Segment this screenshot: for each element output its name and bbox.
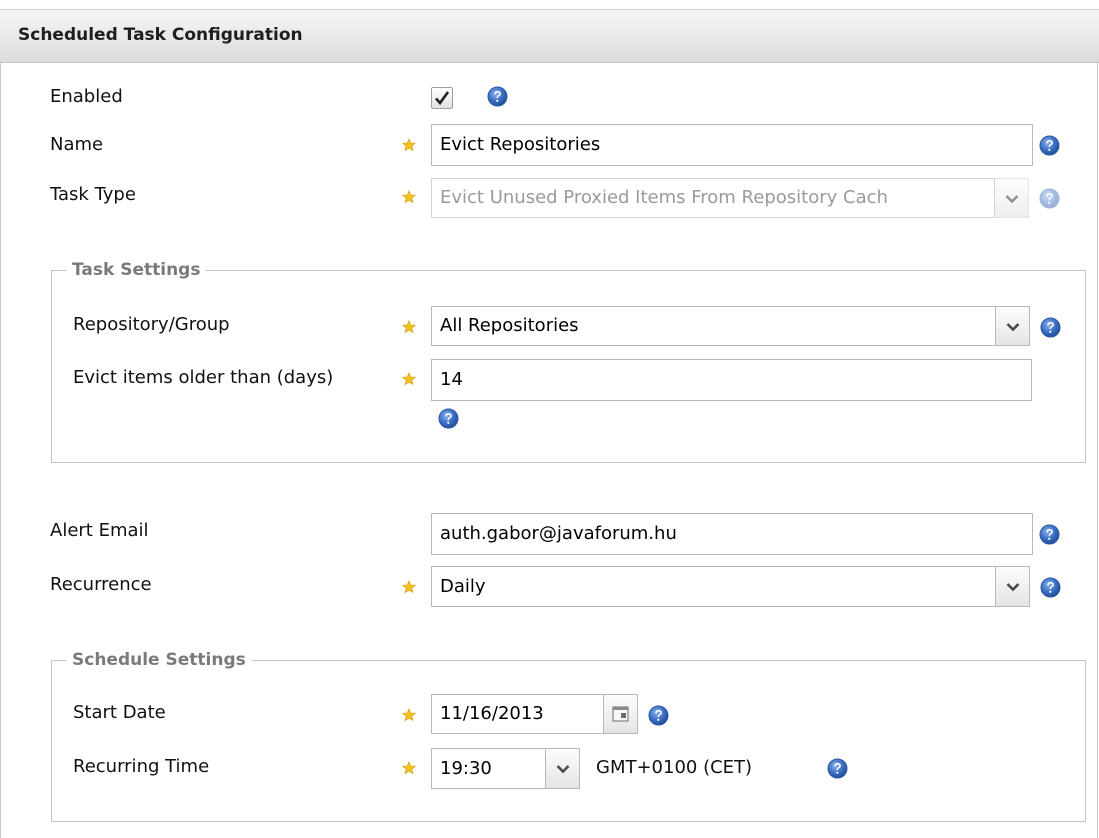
task-settings-legend: Task Settings <box>66 260 207 280</box>
chevron-down-icon <box>1006 582 1020 592</box>
enabled-checkbox[interactable] <box>431 87 453 109</box>
alert-email-label: Alert Email <box>50 520 149 541</box>
panel-title: Scheduled Task Configuration <box>18 25 303 45</box>
calendar-icon <box>612 706 629 722</box>
required-star-icon <box>402 580 416 594</box>
help-icon[interactable] <box>1039 524 1060 545</box>
required-star-icon <box>402 138 416 152</box>
task-type-dropdown-trigger <box>995 178 1029 218</box>
help-icon[interactable] <box>438 408 459 429</box>
help-icon[interactable] <box>1039 135 1060 156</box>
chevron-down-icon <box>556 764 570 774</box>
evict-days-input[interactable]: 14 <box>431 359 1032 401</box>
evict-days-label: Evict items older than (days) <box>73 367 334 388</box>
name-input[interactable]: Evict Repositories <box>431 124 1033 166</box>
panel-header: Scheduled Task Configuration <box>0 9 1099 63</box>
check-icon <box>435 91 450 106</box>
chevron-down-icon <box>1006 322 1020 332</box>
schedule-settings-legend: Schedule Settings <box>66 650 252 670</box>
schedule-settings-fieldset <box>51 660 1086 822</box>
help-icon[interactable] <box>1040 577 1061 598</box>
alert-email-input[interactable]: auth.gabor@javaforum.hu <box>431 513 1033 555</box>
help-icon[interactable] <box>827 758 848 779</box>
scheduled-task-panel: Scheduled Task Configuration Enabled Nam… <box>0 0 1099 838</box>
recurrence-dropdown-trigger[interactable] <box>996 566 1030 607</box>
repository-group-select[interactable]: All Repositories <box>431 306 996 346</box>
name-label: Name <box>50 134 104 155</box>
recurrence-select[interactable]: Daily <box>431 566 996 607</box>
start-date-input[interactable]: 11/16/2013 <box>431 694 604 734</box>
recurring-time-label: Recurring Time <box>73 756 210 777</box>
required-star-icon <box>402 708 416 722</box>
task-type-label: Task Type <box>50 184 136 205</box>
start-date-picker-button[interactable] <box>604 694 638 734</box>
recurring-time-dropdown-trigger[interactable] <box>546 748 580 789</box>
required-star-icon <box>402 190 416 204</box>
repository-group-dropdown-trigger[interactable] <box>996 306 1030 346</box>
recurrence-label: Recurrence <box>50 574 152 595</box>
required-star-icon <box>402 320 416 334</box>
required-star-icon <box>402 761 416 775</box>
help-icon[interactable] <box>487 86 508 107</box>
required-star-icon <box>402 372 416 386</box>
help-icon <box>1039 188 1060 209</box>
task-type-select: Evict Unused Proxied Items From Reposito… <box>431 178 995 218</box>
enabled-label: Enabled <box>50 86 123 107</box>
help-icon[interactable] <box>648 705 669 726</box>
repository-group-label: Repository/Group <box>73 314 230 335</box>
chevron-down-icon <box>1005 194 1019 204</box>
recurring-time-select[interactable]: 19:30 <box>431 748 546 789</box>
timezone-label: GMT+0100 (CET) <box>596 757 753 778</box>
start-date-label: Start Date <box>73 702 166 723</box>
help-icon[interactable] <box>1040 317 1061 338</box>
